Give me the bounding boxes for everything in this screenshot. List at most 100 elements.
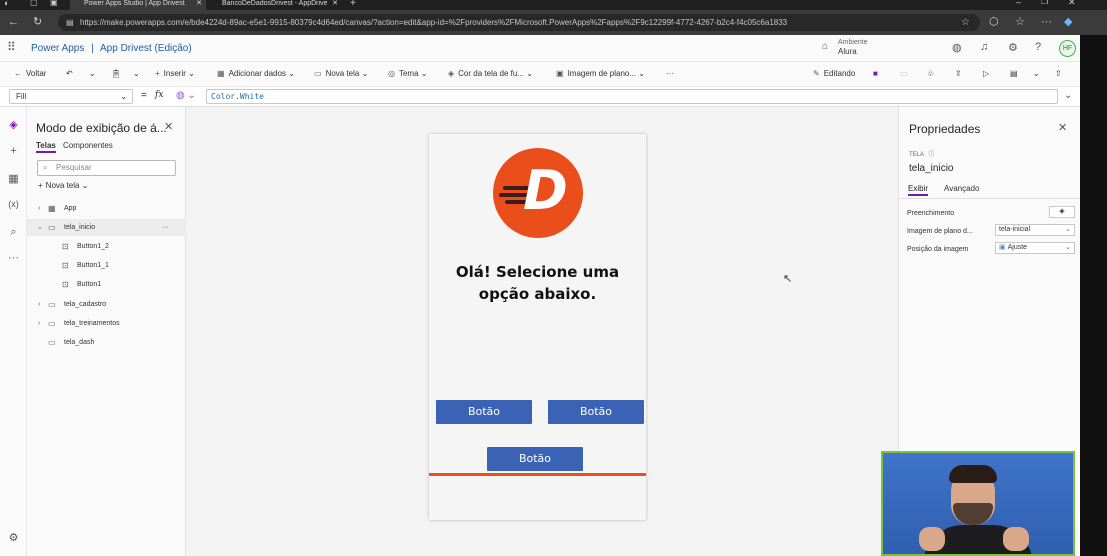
- image-position-select[interactable]: ▣ Ajuste ⌄: [995, 242, 1075, 254]
- favorite-star-icon[interactable]: ☆: [961, 14, 970, 31]
- browser-menu-icon[interactable]: ◐: [4, 0, 9, 8]
- close-icon[interactable]: ✕: [1058, 121, 1067, 134]
- help-icon[interactable]: ?: [1035, 41, 1041, 53]
- design-canvas[interactable]: D Olá! Selecione uma opção abaixo. Botão…: [186, 107, 898, 556]
- button-control-icon: ⊡: [62, 280, 69, 289]
- tab-telas[interactable]: Telas: [36, 141, 56, 153]
- info-icon[interactable]: ⓘ: [928, 152, 934, 158]
- expand-formula-icon[interactable]: ⌄: [1064, 90, 1072, 101]
- back-button[interactable]: ← Voltar: [14, 69, 46, 78]
- fill-color-picker[interactable]: ◈: [1049, 206, 1075, 218]
- tree-node-app[interactable]: › ▦ App: [27, 200, 186, 217]
- tree-node-tela-inicio[interactable]: ⌄ ▭ tela_inicio ···: [27, 219, 186, 236]
- botao-button-1[interactable]: Botão: [436, 400, 532, 424]
- insert-icon[interactable]: +: [0, 145, 27, 157]
- url-input[interactable]: ▤ https://make.powerapps.com/e/bde4224d-…: [58, 14, 980, 31]
- tab-workspaces-icon[interactable]: ▣: [50, 0, 58, 7]
- settings-gear-icon[interactable]: ⚙: [0, 531, 27, 544]
- new-tab-icon[interactable]: +: [350, 0, 356, 9]
- app-checker-icon[interactable]: ♧: [927, 69, 934, 78]
- new-screen-button[interactable]: + Nova tela ⌄: [38, 181, 88, 190]
- paste-icon[interactable]: 📋︎: [111, 69, 121, 78]
- close-icon[interactable]: ✕: [164, 120, 173, 133]
- search-input[interactable]: ⌕ Pesquisar: [37, 160, 176, 176]
- share-icon[interactable]: ⇪: [955, 69, 962, 78]
- tree-node-button1-2[interactable]: ⊡ Button1_2: [27, 238, 186, 255]
- control-name[interactable]: tela_inicio: [909, 163, 953, 174]
- plus-icon: +: [155, 69, 160, 78]
- background-image-button[interactable]: ▣ Imagem de plano... ⌄: [556, 69, 645, 78]
- tree-node-button1[interactable]: ⊡ Button1: [27, 276, 186, 293]
- tab-avancado[interactable]: Avançado: [944, 184, 979, 193]
- image-icon: ▣: [999, 244, 1006, 251]
- notifications-icon[interactable]: ♫: [980, 41, 988, 53]
- onenote-icon[interactable]: ■: [873, 69, 878, 78]
- extensions-icon[interactable]: ⬡: [989, 10, 999, 35]
- tree-node-tela-cadastro[interactable]: › ▭ tela_cadastro: [27, 296, 186, 313]
- play-icon[interactable]: ▷: [983, 69, 989, 78]
- close-tab-icon[interactable]: ✕: [332, 0, 338, 8]
- chevron-down-icon[interactable]: ⌄: [1033, 69, 1040, 78]
- botao-button-2[interactable]: Botão: [548, 400, 644, 424]
- background-image-select[interactable]: tela-inicial ⌄: [995, 224, 1075, 236]
- site-info-icon[interactable]: ▤: [66, 14, 74, 31]
- undo-icon[interactable]: ↶: [66, 69, 73, 78]
- browser-more-icon[interactable]: ···: [1041, 10, 1052, 35]
- tab-exibir[interactable]: Exibir: [908, 184, 929, 196]
- welcome-heading: Olá! Selecione uma opção abaixo.: [455, 263, 620, 303]
- chevron-down-icon: ⌄: [120, 92, 127, 101]
- close-window-icon[interactable]: ✕: [1068, 0, 1076, 8]
- chevron-right-icon[interactable]: ›: [38, 296, 40, 313]
- app-header: ⠿ Power Apps | App Drivest (Edição) ⌂ Am…: [0, 35, 1080, 62]
- insert-button[interactable]: + Inserir ⌄: [155, 69, 195, 78]
- tree-node-tela-treinamentos[interactable]: › ▭ tela_treinamentos: [27, 315, 186, 332]
- copilot-app-icon[interactable]: ◍: [952, 41, 962, 54]
- toolbar-more-button[interactable]: ···: [666, 69, 674, 78]
- divider: [899, 198, 1081, 199]
- copilot-icon[interactable]: ◆: [1064, 10, 1072, 35]
- tree-view-icon[interactable]: ◈: [0, 118, 27, 131]
- tree-node-tela-dash[interactable]: ▭ tela_dash: [27, 334, 186, 351]
- chevron-down-icon[interactable]: ⌄: [133, 69, 140, 78]
- tree-node-button1-1[interactable]: ⊡ Button1_1: [27, 257, 186, 274]
- chevron-down-icon[interactable]: ⌄: [37, 219, 43, 236]
- restore-icon[interactable]: ❐: [1041, 0, 1048, 6]
- screen-icon: ▭: [48, 300, 56, 309]
- editing-button[interactable]: ✎ Editando: [813, 69, 855, 78]
- minimize-icon[interactable]: –: [1016, 0, 1021, 7]
- more-icon[interactable]: ···: [0, 252, 27, 264]
- tab-componentes[interactable]: Componentes: [63, 141, 113, 150]
- chevron-right-icon[interactable]: ›: [38, 315, 40, 332]
- avatar[interactable]: HF: [1059, 40, 1076, 57]
- chevron-down-icon[interactable]: ⌄: [89, 69, 96, 78]
- search-icon[interactable]: ⌕: [0, 226, 27, 239]
- comments-icon[interactable]: ▭: [900, 69, 908, 78]
- theme-button[interactable]: ◎ Tema ⌄: [388, 69, 427, 78]
- browser-address-bar: ← ↻ ▤ https://make.powerapps.com/e/bde42…: [0, 10, 1107, 35]
- chevron-right-icon[interactable]: ›: [38, 200, 40, 217]
- favorites-icon[interactable]: ☆: [1015, 10, 1025, 35]
- back-arrow-icon[interactable]: ←: [8, 10, 19, 35]
- formula-input[interactable]: Color.White: [206, 89, 1058, 104]
- app-screen-tela-inicio[interactable]: D Olá! Selecione uma opção abaixo. Botão…: [429, 134, 646, 520]
- botao-button-3[interactable]: Botão: [487, 447, 583, 471]
- data-icon[interactable]: ▦: [0, 172, 27, 185]
- new-screen-button[interactable]: ▭ Nova tela ⌄: [314, 69, 368, 78]
- environment-picker[interactable]: Ambiente Alura: [838, 38, 868, 56]
- browser-tab-bancodedados[interactable]: BancoDeDadosDrivest - AppDrive ✕: [208, 0, 342, 10]
- variables-icon[interactable]: (x): [0, 199, 27, 209]
- save-icon[interactable]: ▤: [1010, 69, 1018, 78]
- screen-color-button[interactable]: ◈ Cor da tela de fu... ⌄: [448, 69, 533, 78]
- close-tab-icon[interactable]: ✕: [196, 0, 202, 8]
- copilot-formula-icon[interactable]: ◍ ⌄: [176, 90, 196, 101]
- add-data-button[interactable]: ▦ Adicionar dados ⌄: [217, 69, 295, 78]
- refresh-icon[interactable]: ↻: [33, 10, 42, 35]
- tab-actions-icon[interactable]: ▢: [30, 0, 38, 7]
- fill-label: Preenchimento: [907, 210, 955, 217]
- app-launcher-icon[interactable]: ⠿: [7, 40, 16, 54]
- browser-tab-powerapps[interactable]: Power Apps Studio | App Drivest ✕: [70, 0, 206, 10]
- more-options-icon[interactable]: ···: [162, 219, 169, 236]
- publish-icon[interactable]: ⇧: [1055, 69, 1062, 78]
- property-select[interactable]: Fill ⌄: [9, 89, 133, 104]
- settings-gear-icon[interactable]: ⚙: [1008, 41, 1018, 54]
